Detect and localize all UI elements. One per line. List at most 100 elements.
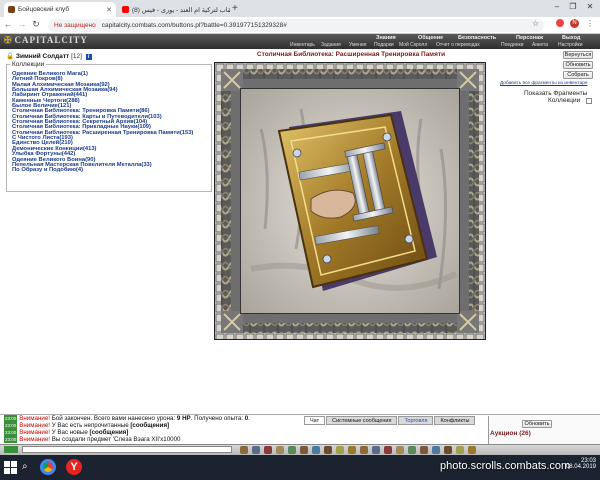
user-info: 🔒 Зимний Солдатт [12] i bbox=[6, 52, 92, 60]
collections-list: Одеяние Великого Мага(1) Летний Покров(8)… bbox=[12, 71, 212, 174]
toolbar-icons bbox=[240, 446, 490, 454]
chat-text: Вы создали предмет 'Слеза Вэага XII'x100… bbox=[51, 436, 181, 443]
book-illustration bbox=[241, 89, 459, 313]
chat-line: 23:00 Внимание! У Вас есть непрочитанные … bbox=[4, 422, 308, 429]
not-secure-label: Не защищено bbox=[54, 22, 96, 29]
menu-skills[interactable]: Умения bbox=[349, 42, 366, 48]
menu-exit[interactable]: Выход bbox=[562, 35, 580, 41]
add-all-fragments-link[interactable]: Добавить все фрагменты из инвентаря bbox=[500, 81, 587, 86]
ring-icon[interactable] bbox=[348, 446, 356, 454]
watermark: photo.scrolls.combats.com bbox=[440, 460, 571, 472]
menu-security[interactable]: Безопасность bbox=[458, 35, 496, 41]
scroll-icon[interactable] bbox=[276, 446, 284, 454]
chat-text: . bbox=[248, 415, 250, 422]
user-level: [12] bbox=[71, 53, 82, 60]
tab-system-messages[interactable]: Системные сообщения bbox=[326, 416, 398, 425]
flag-icon[interactable] bbox=[396, 446, 404, 454]
bookmark-star-icon[interactable]: ☆ bbox=[532, 19, 539, 28]
menu-profile[interactable]: Анкета bbox=[532, 42, 548, 48]
tab-trade[interactable]: Торговля bbox=[398, 416, 434, 425]
key-icon[interactable] bbox=[336, 446, 344, 454]
star-icon[interactable] bbox=[384, 446, 392, 454]
chat-mode-icon[interactable] bbox=[4, 446, 18, 453]
back-arrow-icon[interactable]: ← bbox=[3, 19, 13, 29]
crown-icon[interactable] bbox=[444, 446, 452, 454]
search-icon[interactable]: ⌕ bbox=[22, 461, 28, 472]
shield-icon[interactable] bbox=[252, 446, 260, 454]
menu-knowledge[interactable]: Знания bbox=[376, 35, 396, 41]
chat-input[interactable] bbox=[22, 446, 232, 453]
potion-icon[interactable] bbox=[264, 446, 272, 454]
url-field[interactable]: Не защищено capitalcity.combats.com/butt… bbox=[48, 19, 544, 32]
gem-icon[interactable] bbox=[312, 446, 320, 454]
chat-line: 23:00 Внимание! У Вас новые [сообщения] bbox=[4, 429, 308, 436]
user-name[interactable]: Зимний Солдатт bbox=[16, 53, 69, 60]
collections-toggle-label: Коллекции bbox=[548, 97, 581, 104]
chat-highlight[interactable]: [сообщения] bbox=[90, 429, 129, 436]
collections-legend: Коллекции bbox=[10, 61, 47, 68]
tab-title: (8) القاب لتركية ام العند - يورى - فيس bbox=[132, 6, 230, 14]
url-text: capitalcity.combats.com/buttons.pl?battl… bbox=[101, 22, 287, 29]
profile-avatar[interactable]: N bbox=[570, 19, 579, 28]
chat-line: 23:00 Внимание! Вы создали предмет 'Слеза… bbox=[4, 436, 308, 443]
menu-my-scroll[interactable]: Мой Скролл bbox=[399, 42, 427, 48]
fire-icon[interactable] bbox=[468, 446, 476, 454]
collection-item[interactable]: По Образу и Подобию(4) bbox=[12, 167, 212, 173]
chat-highlight[interactable]: [сообщения] bbox=[130, 422, 169, 429]
minimize-icon[interactable]: – bbox=[550, 2, 564, 11]
coin-icon[interactable] bbox=[420, 446, 428, 454]
back-button[interactable]: Вернуться bbox=[563, 51, 593, 59]
skull-icon[interactable] bbox=[456, 446, 464, 454]
collect-button[interactable]: Собрать bbox=[563, 71, 593, 79]
helmet-icon[interactable] bbox=[360, 446, 368, 454]
chat-tabs: Чат Системные сообщения Торговля Конфлик… bbox=[304, 416, 476, 425]
user-info-icon[interactable]: i bbox=[85, 54, 92, 60]
chat-time: 23:00 bbox=[4, 429, 18, 436]
menu-gifts[interactable]: Подарки bbox=[374, 42, 394, 48]
chat-warning: Внимание! bbox=[19, 429, 50, 436]
chat-warning: Внимание! bbox=[19, 422, 50, 429]
chat-text: . Получено опыта: bbox=[190, 415, 245, 422]
extension-icon[interactable] bbox=[556, 19, 564, 27]
tab-conflicts[interactable]: Конфликты bbox=[434, 416, 476, 425]
tab-chat[interactable]: Чат bbox=[304, 416, 326, 425]
map-icon[interactable] bbox=[288, 446, 296, 454]
bell-icon[interactable] bbox=[408, 446, 416, 454]
arrow-icon[interactable] bbox=[372, 446, 380, 454]
menu-character[interactable]: Персонаж bbox=[516, 35, 543, 41]
menu-communication[interactable]: Общение bbox=[418, 35, 443, 41]
refresh-button[interactable]: Обновить bbox=[563, 61, 593, 69]
menu-fights[interactable]: Поединки bbox=[501, 42, 524, 48]
windows-start-icon[interactable] bbox=[4, 461, 17, 474]
maximize-icon[interactable]: ❐ bbox=[566, 2, 580, 11]
menu-transfers[interactable]: Отчет о переводах bbox=[436, 42, 480, 48]
chrome-icon[interactable] bbox=[40, 459, 56, 475]
chat-refresh-button[interactable]: Обновить bbox=[522, 420, 552, 428]
mail-icon[interactable] bbox=[432, 446, 440, 454]
forward-arrow-icon[interactable]: → bbox=[17, 19, 27, 29]
close-window-icon[interactable]: ✕ bbox=[583, 2, 597, 11]
browser-menu-icon[interactable]: ⋮ bbox=[586, 19, 594, 28]
chat-log: 23:00 Внимание! Бой закончен. Всего вами … bbox=[0, 415, 304, 443]
bag-icon[interactable] bbox=[300, 446, 308, 454]
browser-tab-1[interactable]: Бойцовский клуб ✕ bbox=[4, 2, 116, 17]
book-icon[interactable] bbox=[324, 446, 332, 454]
chat-time: 23:00 bbox=[4, 422, 18, 429]
chat-time: 23:00 bbox=[4, 436, 18, 443]
yandex-icon[interactable]: Y bbox=[66, 459, 82, 475]
show-collections-checkbox[interactable] bbox=[586, 98, 592, 104]
browser-tab-2[interactable]: (8) القاب لتركية ام العند - يورى - فيس ✕ bbox=[118, 2, 230, 17]
auction-link[interactable]: Аукцион (26) bbox=[490, 430, 531, 437]
menu-settings[interactable]: Настройки bbox=[558, 42, 583, 48]
chat-text: Бой закончен. Всего вами нанесено урона: bbox=[51, 415, 177, 422]
sword-icon[interactable] bbox=[240, 446, 248, 454]
clock-date: 08.04.2019 bbox=[565, 464, 596, 470]
page-title: Столичная Библиотека: Расширенная Тренир… bbox=[256, 51, 446, 58]
close-tab-icon[interactable]: ✕ bbox=[103, 6, 112, 14]
youtube-favicon-icon bbox=[122, 6, 129, 13]
new-tab-icon[interactable]: + bbox=[232, 3, 238, 14]
menu-quests[interactable]: Задания bbox=[321, 42, 341, 48]
game-logo: ✠ CAPITALCITY bbox=[4, 35, 88, 45]
menu-inventory[interactable]: Инвентарь bbox=[290, 42, 315, 48]
reload-icon[interactable]: ↻ bbox=[31, 19, 41, 30]
